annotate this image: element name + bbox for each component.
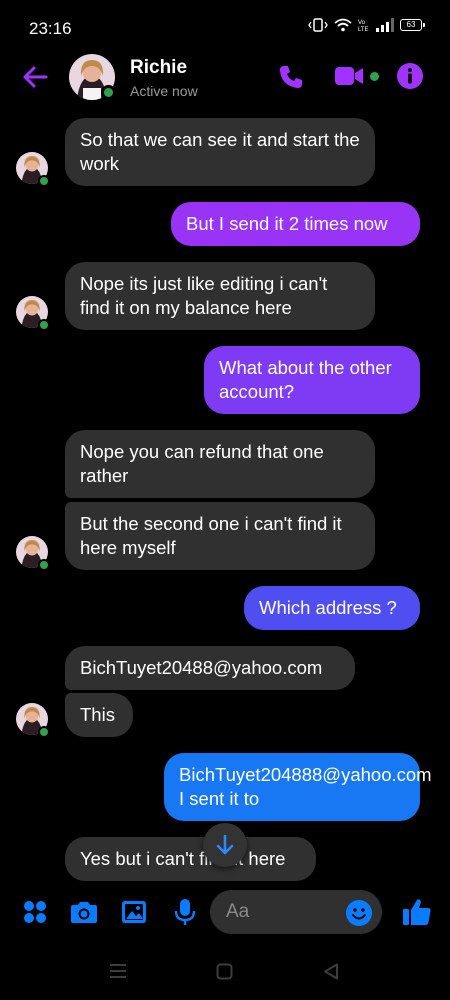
back-nav-icon[interactable] bbox=[323, 963, 339, 980]
online-indicator bbox=[101, 85, 116, 100]
apps-button[interactable] bbox=[21, 898, 49, 926]
video-active-dot bbox=[370, 72, 379, 81]
signal-icon bbox=[376, 18, 394, 32]
message-bubble-incoming[interactable]: This bbox=[65, 693, 133, 737]
arrow-down-icon bbox=[216, 834, 234, 855]
camera-icon bbox=[71, 902, 97, 923]
arrow-left-icon[interactable] bbox=[20, 62, 50, 92]
image-icon bbox=[122, 901, 146, 923]
video-camera-icon[interactable] bbox=[334, 65, 364, 87]
status-time: 23:16 bbox=[29, 19, 72, 38]
message-bubble-incoming[interactable]: Nope its just like editing i can't find … bbox=[65, 262, 375, 330]
message-bubble-incoming[interactable]: BichTuyet20488@yahoo.com bbox=[65, 646, 355, 690]
message-bubble-outgoing[interactable]: BichTuyet204888@yahoo.com I sent it to bbox=[164, 753, 432, 821]
phone-icon[interactable] bbox=[277, 63, 305, 91]
emoji-icon[interactable] bbox=[346, 900, 372, 926]
system-nav-bar bbox=[0, 944, 450, 1000]
message-bubble-outgoing[interactable]: But I send it 2 times now bbox=[171, 202, 420, 246]
scroll-to-bottom-button[interactable] bbox=[203, 823, 247, 867]
contact-status: Active now bbox=[130, 83, 198, 99]
camera-button[interactable] bbox=[70, 898, 98, 926]
vibrate-icon bbox=[308, 18, 328, 32]
composer bbox=[0, 882, 450, 944]
info-icon[interactable] bbox=[397, 63, 423, 89]
volte-icon: VoLTE bbox=[358, 20, 369, 32]
battery-icon: 63 bbox=[400, 19, 425, 31]
message-bubble-incoming[interactable]: But the second one i can't find it here … bbox=[65, 502, 375, 570]
menu-icon[interactable] bbox=[109, 963, 127, 979]
message-bubble-incoming[interactable]: Yes but i can't find it here bbox=[65, 837, 316, 881]
svg-text:Vo: Vo bbox=[358, 20, 366, 26]
svg-text:LTE: LTE bbox=[358, 27, 369, 32]
voice-button[interactable] bbox=[171, 898, 199, 926]
message-bubble-incoming[interactable]: So that we can see it and start the work bbox=[65, 118, 375, 186]
status-icons: Vo LTE 63 bbox=[308, 18, 425, 32]
message-bubble-outgoing[interactable]: What about the other account? bbox=[204, 346, 420, 414]
online-indicator bbox=[38, 319, 50, 331]
home-icon[interactable] bbox=[216, 963, 233, 980]
message-bubble-incoming[interactable]: Nope you can refund that one rather bbox=[65, 430, 375, 498]
wifi-icon bbox=[334, 18, 352, 32]
online-indicator bbox=[38, 726, 50, 738]
chat-header: Richie Active now bbox=[0, 48, 450, 108]
contact-name[interactable]: Richie bbox=[130, 57, 187, 79]
message-bubble-outgoing[interactable]: Which address ? bbox=[244, 586, 420, 630]
gallery-button[interactable] bbox=[120, 898, 148, 926]
thumbs-up-icon[interactable] bbox=[401, 896, 433, 928]
four-dots-icon bbox=[24, 901, 46, 923]
online-indicator bbox=[38, 559, 50, 571]
microphone-icon bbox=[174, 899, 196, 925]
online-indicator bbox=[38, 175, 50, 187]
